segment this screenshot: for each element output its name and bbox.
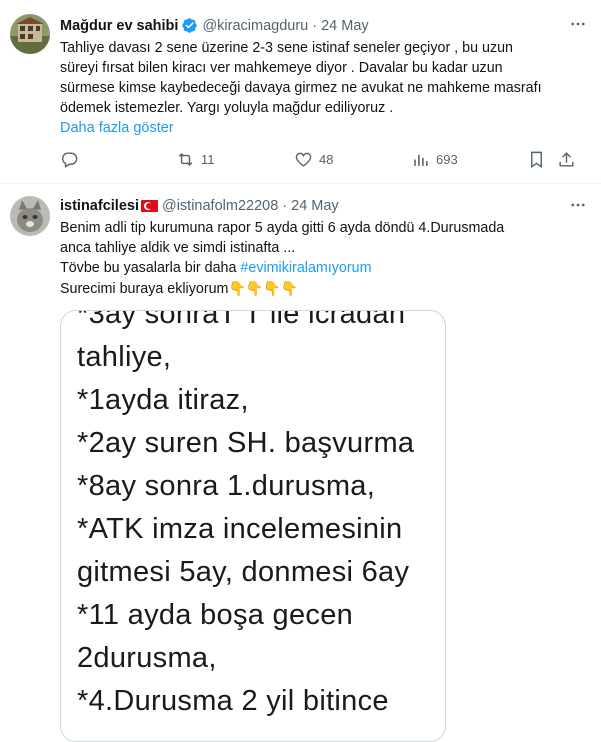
tweet-header: istinafcilesi @istinafolm22208 · 24 May xyxy=(60,198,339,214)
avatar[interactable] xyxy=(10,14,50,54)
image-text-line: 2durusma, xyxy=(77,642,217,674)
image-text: *3ay sonraT T ile icradan tahliye, *1ayd… xyxy=(77,310,415,723)
timestamp[interactable]: 24 May xyxy=(321,18,369,34)
tweet-text: Tahliye davası 2 sene üzerine 2-3 sene i… xyxy=(60,38,590,118)
retweet-icon xyxy=(178,152,193,167)
show-more-link[interactable]: Daha fazla göster xyxy=(60,120,174,136)
tweet-text-line: süreyi fırsat bilen kiracı ver mahkemeye… xyxy=(60,60,503,76)
timestamp[interactable]: 24 May xyxy=(291,198,339,214)
share-icon xyxy=(559,152,574,167)
image-text-line: *3ay sonraT T ile icradan xyxy=(77,310,406,330)
handle[interactable]: @istinafolm22208 xyxy=(162,198,278,214)
display-name[interactable]: istinafcilesi xyxy=(60,198,139,214)
handle[interactable]: @kiracimagduru xyxy=(202,18,308,34)
retweet-button[interactable]: 11 xyxy=(176,150,215,169)
tweet-text-line: Surecimi buraya ekliyorum👇👇👇👇 xyxy=(60,278,590,299)
tweet-text: Benim adli tip kurumuna rapor 5 ayda git… xyxy=(60,218,590,299)
tweet-header: Mağdur ev sahibi @kiracimagduru · 24 May xyxy=(60,17,369,34)
reply-button[interactable] xyxy=(60,150,79,169)
tweet-actions: 11 48 693 xyxy=(60,150,580,172)
pointing-down-emoji: 👇👇👇👇 xyxy=(228,280,299,296)
views-count: 693 xyxy=(436,152,458,167)
image-text-line: *11 ayda boşa gecen xyxy=(77,599,354,631)
display-name[interactable]: Mağdur ev sahibi xyxy=(60,18,178,34)
tweet-text-line: Benim adli tip kurumuna rapor 5 ayda git… xyxy=(60,220,505,236)
more-icon[interactable] xyxy=(569,196,587,219)
tweet-text-segment: Surecimi buraya ekliyorum xyxy=(60,281,229,297)
bookmark-icon xyxy=(531,151,542,168)
more-icon[interactable] xyxy=(569,15,587,38)
image-text-line: *2ay suren SH. başvurma xyxy=(77,427,415,459)
tweet-text-line: Tövbe bu yasalarla bir daha #evimikirala… xyxy=(60,258,590,278)
image-text-line: *4.Durusma 2 yil bitince xyxy=(77,685,389,717)
tweet-text-line: ödemek istemezler. Yargı yoluyla mağdur … xyxy=(60,100,394,116)
separator: · xyxy=(312,17,318,34)
image-text-line: *8ay sonra 1.durusma, xyxy=(77,470,376,502)
hashtag-link[interactable]: #evimikiralamıyorum xyxy=(240,260,371,276)
like-icon xyxy=(295,152,312,167)
tweet-1[interactable]: Mağdur ev sahibi @kiracimagduru · 24 May… xyxy=(0,0,601,184)
tweet-image[interactable]: *3ay sonraT T ile icradan tahliye, *1ayd… xyxy=(60,310,446,742)
image-text-line: gitmesi 5ay, donmesi 6ay xyxy=(77,556,410,588)
retweet-count: 11 xyxy=(201,152,215,167)
tweet-text-line: anca tahliye aldik ve simdi istinafta ..… xyxy=(60,240,296,256)
tweet-text-segment: Tövbe bu yasalarla bir daha xyxy=(60,260,241,276)
avatar[interactable] xyxy=(10,196,50,236)
reply-icon xyxy=(61,152,78,168)
turkey-flag-icon xyxy=(140,200,158,212)
tweet-2[interactable]: istinafcilesi @istinafolm22208 · 24 May … xyxy=(0,184,601,742)
tweet-text-line: sürmese kimse kaybedeceği davaya girmez … xyxy=(60,80,542,96)
like-button[interactable]: 48 xyxy=(294,150,333,169)
image-text-line: tahliye, xyxy=(77,341,172,373)
views-button[interactable]: 693 xyxy=(411,150,458,169)
share-button[interactable] xyxy=(557,150,576,169)
tweet-text-line: Tahliye davası 2 sene üzerine 2-3 sene i… xyxy=(60,40,514,56)
image-text-line: *ATK imza incelemesinin xyxy=(77,513,403,545)
views-icon xyxy=(414,154,428,166)
separator: · xyxy=(282,198,288,214)
like-count: 48 xyxy=(319,152,334,167)
bookmark-button[interactable] xyxy=(527,150,546,169)
verified-icon xyxy=(181,17,198,34)
image-text-line: *1ayda itiraz, xyxy=(77,384,249,416)
